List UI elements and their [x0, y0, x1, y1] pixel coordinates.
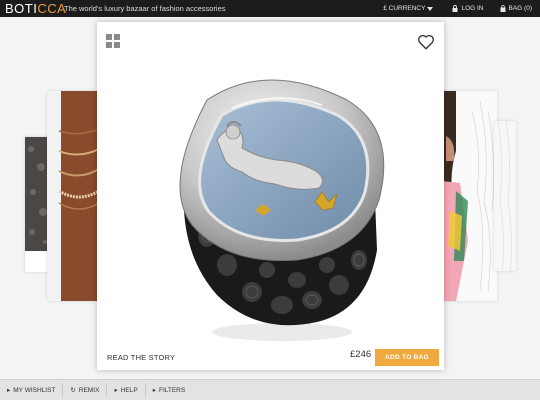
- remix-button[interactable]: ↻ REMIX: [63, 383, 108, 397]
- help-label: HELP: [120, 386, 138, 394]
- carousel-card-left[interactable]: [47, 91, 99, 301]
- chevron-right-icon: ▸: [7, 387, 11, 394]
- lock-icon: [452, 5, 458, 12]
- top-nav: £ CURRENCY LOG IN BAG (0): [375, 0, 540, 17]
- login-label: LOG IN: [461, 5, 484, 12]
- bag-label: BAG (0): [508, 5, 532, 12]
- product-carousel: READ THE STORY £246 ADD TO BAG: [0, 17, 540, 379]
- product-image-bracelet: [47, 91, 99, 301]
- currency-menu[interactable]: £ CURRENCY: [375, 0, 444, 17]
- top-bar: BOTICCA The world's luxury bazaar of fas…: [0, 0, 540, 17]
- read-story-link[interactable]: READ THE STORY: [107, 353, 175, 362]
- logo-text-part2: CCA: [37, 1, 67, 16]
- remix-label: REMIX: [78, 386, 100, 394]
- carousel-card-far-right[interactable]: [494, 121, 516, 271]
- wishlist-heart-icon[interactable]: [417, 33, 435, 51]
- add-to-bag-button[interactable]: ADD TO BAG: [375, 349, 439, 366]
- site-logo[interactable]: BOTICCA: [5, 1, 66, 16]
- bottom-bar: ▸ MY WISHLIST ↻ REMIX ▸ HELP ▸ FILTERS: [0, 379, 540, 400]
- my-wishlist-button[interactable]: ▸ MY WISHLIST: [0, 383, 64, 397]
- logo-text-part1: BOTI: [5, 1, 38, 16]
- product-image-model: [442, 91, 497, 301]
- chevron-right-icon: ▸: [114, 387, 118, 394]
- product-image-ring[interactable]: [147, 60, 407, 345]
- login-link[interactable]: LOG IN: [444, 0, 491, 17]
- grid-view-icon[interactable]: [106, 34, 120, 48]
- chevron-down-icon: [427, 6, 434, 11]
- carousel-card-right[interactable]: [442, 91, 497, 301]
- remix-icon: ↻: [70, 387, 76, 394]
- site-tagline: The world's luxury bazaar of fashion acc…: [64, 4, 226, 13]
- bag-link[interactable]: BAG (0): [492, 0, 540, 17]
- wishlist-label: MY WISHLIST: [13, 386, 56, 394]
- currency-label: £ CURRENCY: [383, 5, 426, 12]
- filters-button[interactable]: ▸ FILTERS: [146, 383, 193, 397]
- chevron-right-icon: ▸: [152, 387, 156, 394]
- help-button[interactable]: ▸ HELP: [107, 383, 146, 397]
- bag-icon: [500, 5, 506, 12]
- product-card: READ THE STORY £246 ADD TO BAG: [97, 22, 444, 370]
- product-price: £246: [350, 349, 372, 360]
- product-image-fabric: [494, 121, 516, 271]
- filters-label: FILTERS: [158, 386, 186, 394]
